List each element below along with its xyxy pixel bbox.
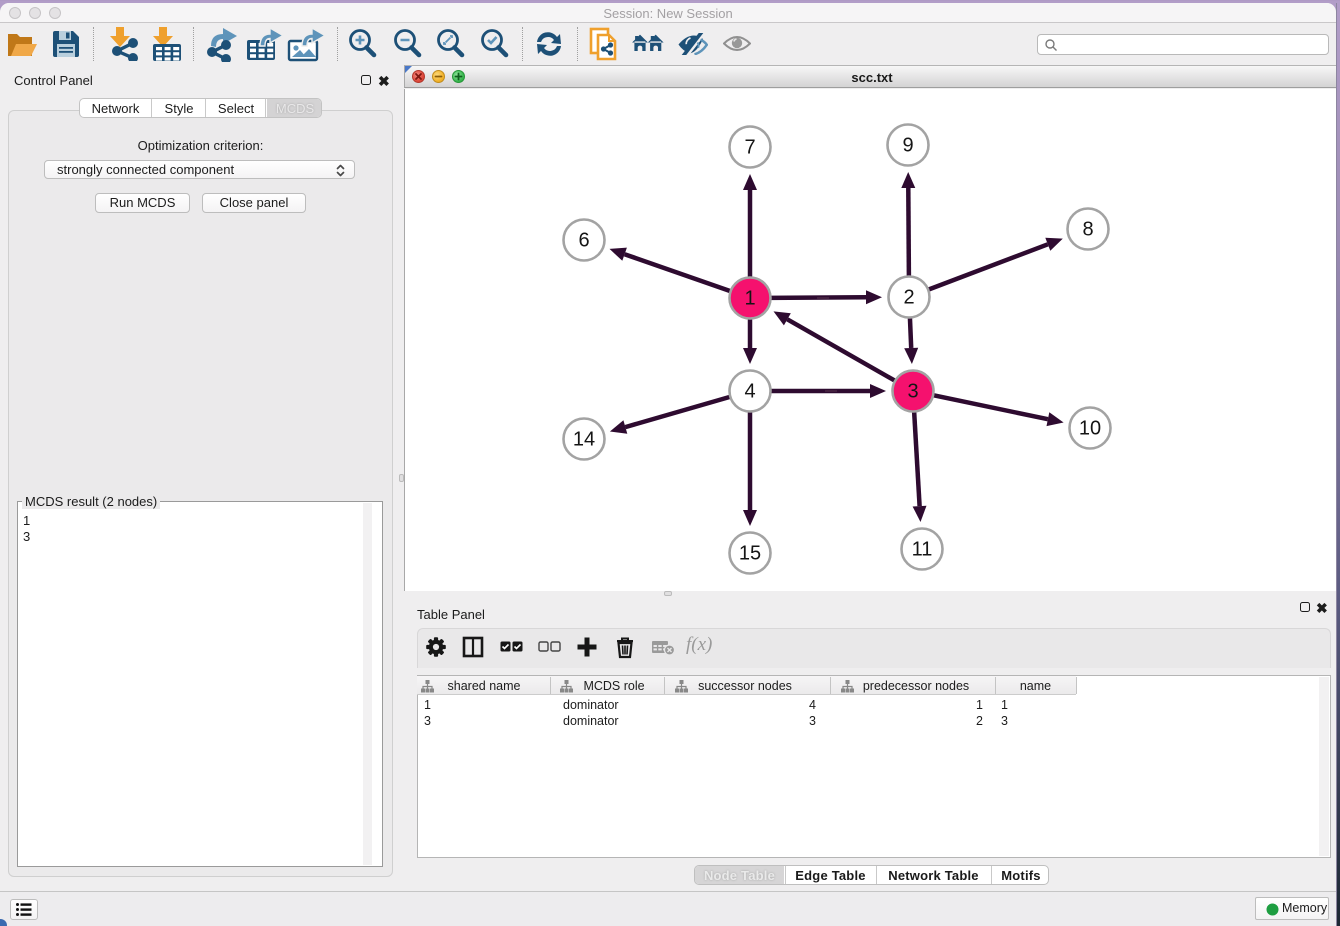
svg-text:10: 10 (1079, 418, 1101, 440)
svg-text:11: 11 (912, 539, 933, 561)
svg-text:1: 1 (744, 288, 755, 310)
svg-text:7: 7 (744, 137, 755, 159)
svg-text:6: 6 (578, 230, 589, 252)
svg-text:2: 2 (903, 287, 914, 309)
svg-text:15: 15 (739, 543, 761, 565)
svg-text:4: 4 (744, 381, 755, 403)
svg-text:8: 8 (1082, 219, 1093, 241)
svg-text:9: 9 (902, 135, 913, 157)
svg-text:14: 14 (573, 429, 595, 451)
svg-text:3: 3 (907, 381, 918, 403)
